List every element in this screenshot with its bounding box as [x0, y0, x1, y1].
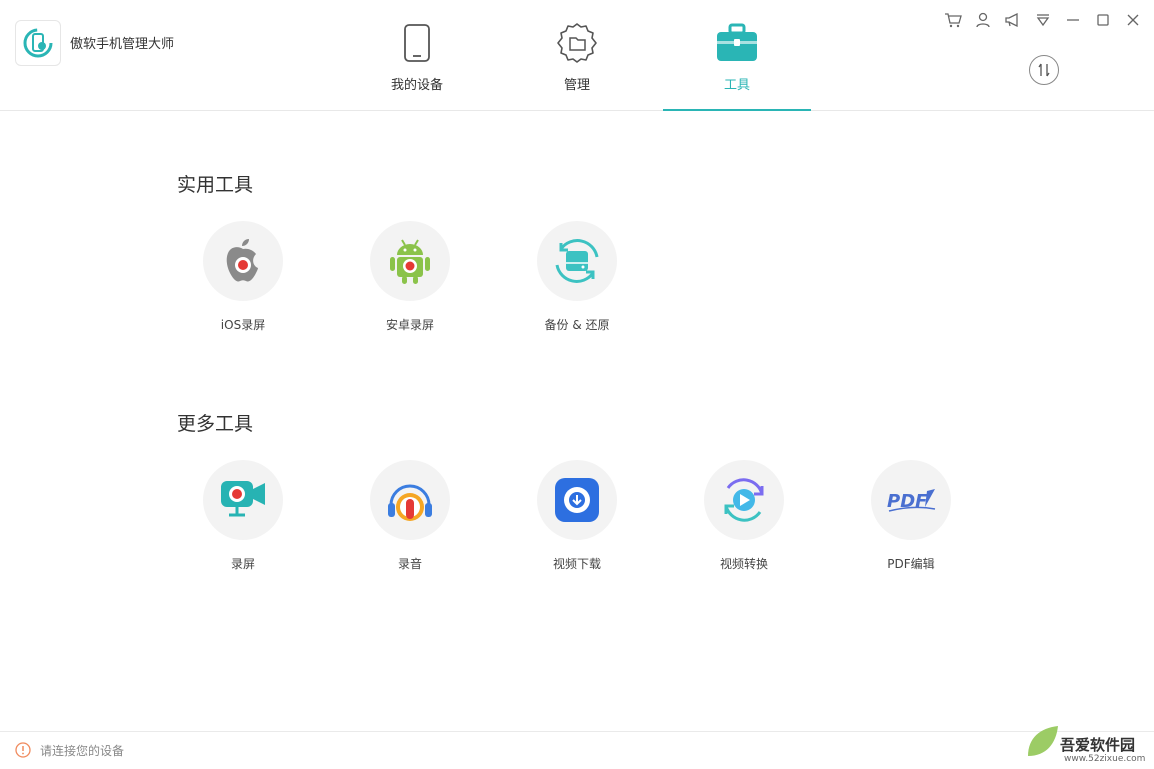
tool-pdf-edit-label: PDF编辑	[887, 557, 935, 571]
tab-tools-label: 工具	[723, 78, 750, 93]
maximize-icon[interactable]	[1092, 10, 1114, 30]
tool-video-convert[interactable]: 视频转换	[684, 460, 804, 572]
megaphone-icon[interactable]	[1002, 10, 1024, 30]
tool-audio-record[interactable]: 录音	[350, 460, 470, 572]
status-bar: 请连接您的设备	[0, 731, 1154, 769]
tool-screen-record[interactable]: 录屏	[183, 460, 303, 572]
window-controls	[942, 10, 1144, 30]
apple-record-icon	[203, 221, 283, 301]
tool-ios-record-label: iOS录屏	[220, 318, 266, 332]
watermark-text: 吾爱软件园	[1060, 736, 1136, 754]
backup-restore-icon	[537, 221, 617, 301]
tool-backup-restore-label: 备份 & 还原	[544, 318, 610, 332]
pdf-icon-text: PDF	[887, 491, 928, 512]
audio-record-icon	[370, 460, 450, 540]
watermark: 吾爱软件园 www.52zixue.com	[1022, 712, 1152, 766]
tab-manage-label: 管理	[563, 78, 590, 93]
watermark-leaf-icon	[1028, 726, 1058, 756]
tool-audio-record-label: 录音	[397, 557, 422, 571]
gear-folder-icon	[554, 20, 600, 66]
minimize-icon[interactable]	[1062, 10, 1084, 30]
tab-my-device[interactable]: 我的设备	[343, 0, 491, 110]
section-title-practical: 实用工具	[177, 174, 254, 196]
video-download-icon	[537, 460, 617, 540]
tool-pdf-edit[interactable]: PDF PDF编辑	[851, 460, 971, 572]
tool-video-download-label: 视频下载	[552, 557, 601, 571]
cart-icon[interactable]	[942, 10, 964, 30]
tab-tools[interactable]: 工具	[663, 0, 811, 111]
user-icon[interactable]	[972, 10, 994, 30]
screen-record-icon	[203, 460, 283, 540]
tool-backup-restore[interactable]: 备份 & 还原	[517, 221, 637, 333]
phone-icon	[394, 20, 440, 66]
app-title: 傲软手机管理大师	[70, 37, 175, 52]
warning-icon	[15, 742, 31, 758]
tab-manage[interactable]: 管理	[503, 0, 651, 110]
app-logo-icon	[23, 28, 53, 58]
tool-video-convert-label: 视频转换	[719, 557, 768, 571]
sync-button[interactable]	[1029, 55, 1059, 85]
app-logo	[15, 20, 61, 66]
tool-ios-record[interactable]: iOS录屏	[183, 221, 303, 333]
tool-video-download[interactable]: 视频下载	[517, 460, 637, 572]
tool-android-record[interactable]: 安卓录屏	[350, 221, 470, 333]
close-icon[interactable]	[1122, 10, 1144, 30]
pdf-edit-icon: PDF	[871, 460, 951, 540]
status-text: 请连接您的设备	[40, 744, 125, 758]
menu-icon[interactable]	[1032, 10, 1054, 30]
video-convert-icon	[704, 460, 784, 540]
header: 傲软手机管理大师 我的设备 管理 工具	[0, 0, 1154, 111]
tool-android-record-label: 安卓录屏	[385, 318, 434, 332]
section-title-more: 更多工具	[177, 413, 254, 435]
toolbox-icon	[714, 20, 760, 66]
watermark-url: www.52zixue.com	[1064, 754, 1146, 764]
tab-my-device-label: 我的设备	[390, 78, 443, 93]
sync-arrows-icon	[1038, 63, 1050, 77]
tool-screen-record-label: 录屏	[230, 557, 255, 571]
android-record-icon	[370, 221, 450, 301]
active-tab-indicator	[663, 109, 811, 111]
